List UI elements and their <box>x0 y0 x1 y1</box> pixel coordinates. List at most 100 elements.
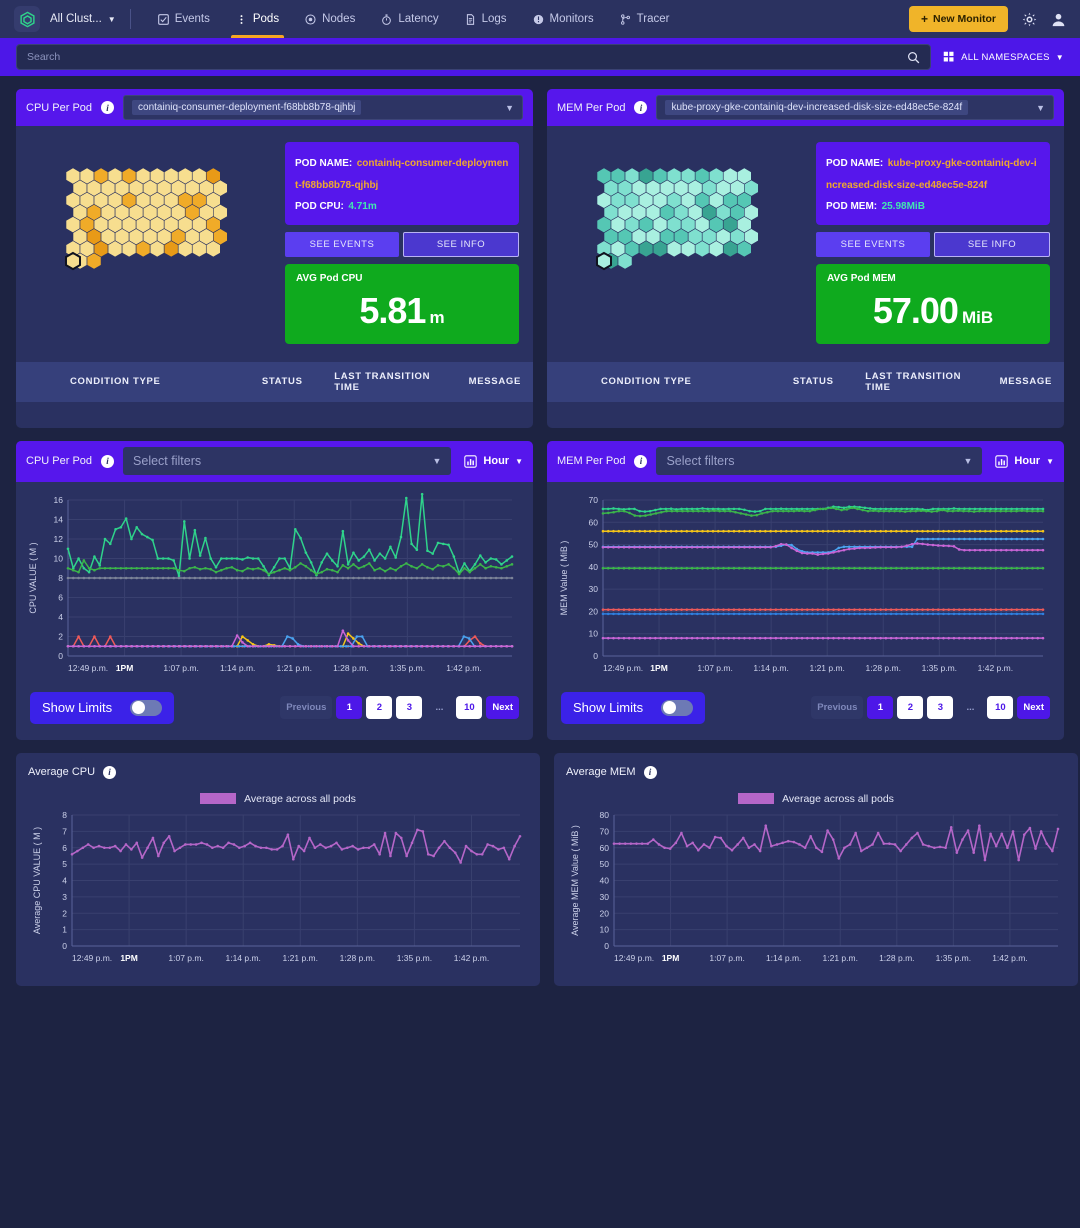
svg-text:7: 7 <box>62 826 67 836</box>
pagination-page-last[interactable]: 10 <box>987 696 1014 720</box>
svg-text:1:21 p.m.: 1:21 p.m. <box>283 953 318 963</box>
user-icon[interactable] <box>1051 12 1066 27</box>
svg-text:1:28 p.m.: 1:28 p.m. <box>333 663 368 673</box>
search-box[interactable] <box>16 44 932 70</box>
cluster-label: All Clust... <box>50 13 102 25</box>
nav-item-logs[interactable]: Logs <box>452 0 520 38</box>
nav-item-pods[interactable]: Pods <box>223 0 292 38</box>
selected-pod-chip: kube-proxy-gke-containiq-dev-increased-d… <box>665 100 969 115</box>
mem-chart-header: MEM Per Pod i Select filters ▼ Hour ▼ <box>547 440 1064 482</box>
avg-pod-cpu-label: AVG Pod CPU <box>296 272 363 284</box>
cluster-selector[interactable]: All Clust... ▼ <box>50 13 116 25</box>
svg-text:1:14 p.m.: 1:14 p.m. <box>766 953 801 963</box>
new-monitor-label: New Monitor <box>933 13 996 25</box>
dots-vertical-icon <box>236 14 247 25</box>
cpu-filter-select[interactable]: Select filters ▼ <box>123 447 452 476</box>
mem-pod-dropdown[interactable]: kube-proxy-gke-containiq-dev-increased-d… <box>656 95 1054 120</box>
card-title: MEM Per Pod <box>557 455 626 468</box>
honeycomb-grid-icon[interactable] <box>63 164 243 324</box>
pagination-next[interactable]: Next <box>486 696 519 720</box>
cpu-per-pod-chart[interactable]: 0 2 4 6 8 10 12 14 16 12:49 p.m. 1PM 1:07 p.m. 1:14 … <box>24 492 520 682</box>
svg-text:Average MEM Value ( MiB ): Average MEM Value ( MiB ) <box>570 825 580 936</box>
svg-text:5: 5 <box>62 859 67 869</box>
nav-item-latency[interactable]: Latency <box>368 0 451 38</box>
mem-per-pod-chart[interactable]: 0 10 20 30 40 50 60 70 12:49 p.m. 1PM 1:07 p.m. 1:1… <box>555 492 1051 682</box>
cpu-granularity-select[interactable]: Hour ▼ <box>460 455 523 468</box>
mem-show-limits-toggle[interactable]: Show Limits <box>561 691 706 724</box>
search-icon[interactable] <box>907 51 920 64</box>
chevron-down-icon: ▼ <box>515 456 523 466</box>
pagination-next[interactable]: Next <box>1017 696 1050 720</box>
mem-chart-footer: Show Limits Previous 1 2 3 ... 10 Next <box>547 682 1064 740</box>
nav-item-tracer[interactable]: Tracer <box>607 0 683 38</box>
new-monitor-button[interactable]: + New Monitor <box>908 6 1008 32</box>
info-icon[interactable]: i <box>634 101 648 114</box>
info-icon[interactable]: i <box>101 101 115 114</box>
mem-granularity-select[interactable]: Hour ▼ <box>991 455 1054 468</box>
show-limits-label: Show Limits <box>573 700 644 716</box>
cpu-honeycomb-container[interactable] <box>30 142 275 344</box>
nav-item-monitors[interactable]: Monitors <box>520 0 607 38</box>
cpu-show-limits-toggle[interactable]: Show Limits <box>30 691 175 724</box>
see-events-button[interactable]: SEE EVENTS <box>816 231 930 257</box>
mem-filter-select[interactable]: Select filters ▼ <box>656 447 983 476</box>
toggle-switch[interactable] <box>130 699 163 716</box>
toggle-switch[interactable] <box>661 699 694 716</box>
see-info-button[interactable]: SEE INFO <box>403 231 519 257</box>
average-mem-chart[interactable]: 0 10 20 30 40 50 60 70 80 12:49 p.m. 1PM 1:07 p.m. 1… <box>566 807 1066 972</box>
svg-text:80: 80 <box>600 810 610 820</box>
pagination-previous[interactable]: Previous <box>280 696 333 720</box>
see-info-button[interactable]: SEE INFO <box>934 231 1050 257</box>
pagination-page-2[interactable]: 2 <box>366 696 393 720</box>
pod-cpu-label: POD CPU: <box>295 201 344 213</box>
pagination-page-3[interactable]: 3 <box>396 696 423 720</box>
cpu-condition-table: CONDITION TYPE STATUS LAST TRANSITION TI… <box>16 361 533 402</box>
nav-item-events[interactable]: Events <box>145 0 223 38</box>
svg-text:1:21 p.m.: 1:21 p.m. <box>809 663 844 673</box>
info-icon[interactable]: i <box>101 454 115 468</box>
info-icon[interactable]: i <box>103 765 117 779</box>
svg-text:50: 50 <box>589 539 599 549</box>
svg-text:0: 0 <box>58 651 63 661</box>
svg-text:1:07 p.m.: 1:07 p.m. <box>697 663 732 673</box>
average-cpu-chart[interactable]: 0 1 2 3 4 5 6 7 8 12:49 p.m. 1PM 1:07 p.m. 1:14 p.m.… <box>28 807 528 972</box>
grid-icon <box>943 51 955 63</box>
average-mem-card: Average MEM i Average across all pods 01… <box>554 752 1078 986</box>
average-mem-header: Average MEM i <box>566 765 1066 779</box>
pod-cpu-value: 4.71m <box>348 201 377 213</box>
svg-text:1:42 p.m.: 1:42 p.m. <box>992 953 1027 963</box>
per-pod-chart-row: CPU Per Pod i Select filters ▼ Hour ▼ 0 2… <box>0 428 1080 740</box>
th-condition-type: CONDITION TYPE <box>547 361 785 402</box>
pagination-page-3[interactable]: 3 <box>927 696 954 720</box>
th-status: STATUS <box>253 361 327 402</box>
chevron-down-icon: ▼ <box>1046 456 1054 466</box>
mem-pod-info-box: POD NAME: kube-proxy-gke-containiq-dev-i… <box>816 142 1050 225</box>
pagination-page-2[interactable]: 2 <box>897 696 924 720</box>
svg-text:1: 1 <box>62 924 67 934</box>
filter-placeholder: Select filters <box>666 454 735 469</box>
honeycomb-grid-icon[interactable] <box>594 164 774 324</box>
pagination-previous[interactable]: Previous <box>811 696 864 720</box>
pagination-page-1[interactable]: 1 <box>867 696 894 720</box>
nav-label: Monitors <box>549 13 594 25</box>
avg-pod-cpu-value: 5.81 <box>359 289 426 331</box>
card-title: Average MEM <box>566 766 636 779</box>
average-cpu-card: Average CPU i Average across all pods 01… <box>16 752 540 986</box>
mem-honeycomb-container[interactable] <box>561 142 806 344</box>
info-icon[interactable]: i <box>643 765 657 779</box>
namespace-selector[interactable]: ALL NAMESPACES ▼ <box>943 51 1064 63</box>
search-input[interactable] <box>27 51 908 63</box>
hexagon-logo-icon[interactable] <box>14 6 40 32</box>
table-bottom-spacer <box>16 402 533 428</box>
pagination-page-last[interactable]: 10 <box>456 696 483 720</box>
see-events-button[interactable]: SEE EVENTS <box>285 231 399 257</box>
nav-item-nodes[interactable]: Nodes <box>292 0 368 38</box>
chevron-down-icon: ▼ <box>1036 102 1045 113</box>
gear-icon[interactable] <box>1022 12 1037 27</box>
svg-text:6: 6 <box>58 592 63 602</box>
pod-cards-row: CPU Per Pod i containiq-consumer-deploym… <box>0 76 1080 428</box>
cpu-pod-dropdown[interactable]: containiq-consumer-deployment-f68bb8b78-… <box>123 95 523 120</box>
svg-text:8: 8 <box>62 810 67 820</box>
pagination-page-1[interactable]: 1 <box>336 696 363 720</box>
info-icon[interactable]: i <box>634 454 648 468</box>
